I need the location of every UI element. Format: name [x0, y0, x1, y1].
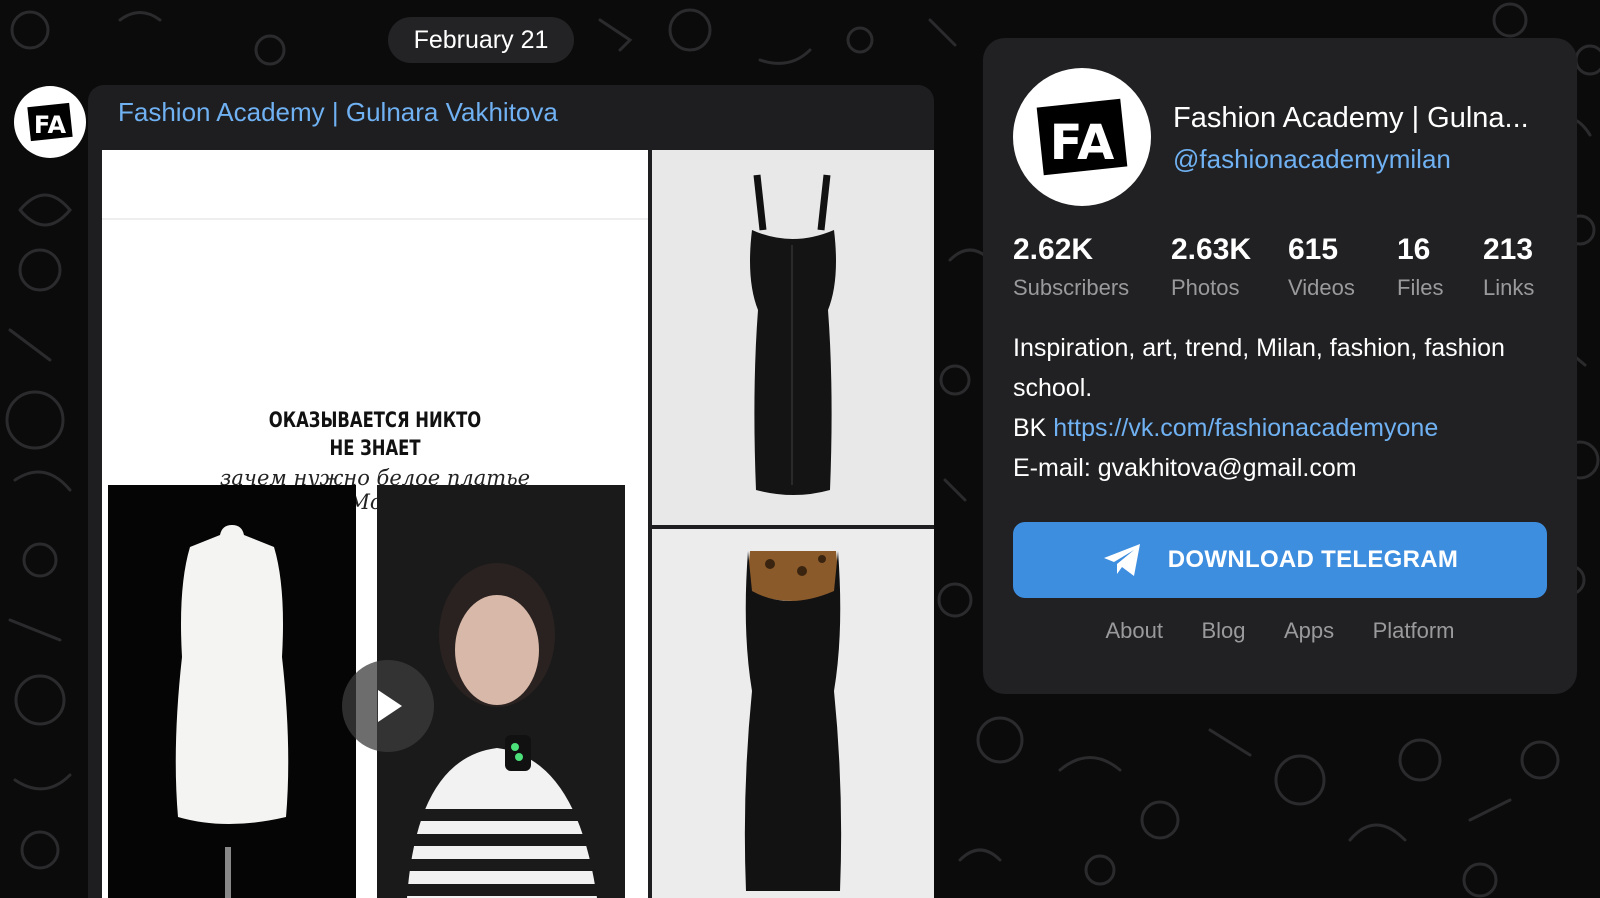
- stat-links: 213 Links: [1483, 233, 1534, 301]
- channel-avatar-small[interactable]: FA: [14, 86, 86, 158]
- vk-link[interactable]: https://vk.com/fashionacademyone: [1053, 414, 1438, 442]
- channel-handle[interactable]: @fashionacademymilan: [1173, 144, 1451, 175]
- stat-label: Subscribers: [1013, 275, 1130, 300]
- play-button[interactable]: [342, 660, 434, 752]
- stat-value: 213: [1483, 233, 1534, 266]
- stat-value: 2.63K: [1171, 233, 1252, 266]
- vk-line: BK https://vk.com/fashionacademyone: [1013, 408, 1553, 448]
- svg-text:FA: FA: [1050, 115, 1114, 171]
- divider: [102, 218, 648, 220]
- download-telegram-button[interactable]: DOWNLOAD TELEGRAM: [1013, 522, 1547, 598]
- channel-avatar: FA: [1013, 68, 1151, 206]
- channel-stats: 2.62K Subscribers 2.63K Photos 615 Video…: [1013, 233, 1547, 313]
- stat-label: Photos: [1171, 275, 1240, 300]
- email-line: E-mail: gvakhitova@gmail.com: [1013, 454, 1357, 482]
- media-photo-black-dress-1[interactable]: [652, 150, 934, 525]
- telegram-icon: [1103, 544, 1140, 576]
- footer-links: About Blog Apps Platform: [983, 618, 1577, 644]
- footer-link-about[interactable]: About: [1106, 618, 1164, 644]
- media-photo-black-dress-2[interactable]: [652, 529, 934, 898]
- collage-title-line2: НЕ ЗНАЕТ: [329, 436, 421, 460]
- fa-logo-icon: FA: [1016, 71, 1148, 203]
- mannequin-photo: [108, 485, 356, 898]
- stat-videos: 615 Videos: [1288, 233, 1355, 301]
- post-author-name[interactable]: Fashion Academy | Gulnara Vakhitova: [118, 97, 558, 128]
- vk-prefix: BK: [1013, 414, 1054, 442]
- channel-description: Inspiration, art, trend, Milan, fashion,…: [1013, 328, 1553, 488]
- channel-post: Fashion Academy | Gulnara Vakhitova ОКАЗ…: [88, 85, 934, 898]
- collage-title-line1: ОКАЗЫВАЕТСЯ НИКТО: [268, 408, 482, 432]
- stat-label: Files: [1397, 275, 1444, 300]
- stat-photos: 2.63K Photos: [1171, 233, 1251, 301]
- channel-title: Fashion Academy | Gulna...: [1173, 102, 1529, 134]
- stat-value: 2.62K: [1013, 233, 1094, 266]
- download-telegram-label: DOWNLOAD TELEGRAM: [1167, 546, 1459, 573]
- media-collage[interactable]: ОКАЗЫВАЕТСЯ НИКТО НЕ ЗНАЕТ зачем нужно б…: [102, 150, 648, 898]
- stat-label: Videos: [1288, 275, 1355, 300]
- footer-link-apps[interactable]: Apps: [1284, 618, 1334, 644]
- stat-value: 16: [1397, 233, 1431, 266]
- stat-label: Links: [1483, 275, 1535, 300]
- footer-link-blog[interactable]: Blog: [1201, 618, 1245, 644]
- fa-logo-icon: FA: [17, 89, 83, 155]
- play-icon: [378, 690, 402, 722]
- footer-link-platform[interactable]: Platform: [1373, 618, 1455, 644]
- post-media-album: ОКАЗЫВАЕТСЯ НИКТО НЕ ЗНАЕТ зачем нужно б…: [102, 150, 934, 898]
- stat-files: 16 Files: [1397, 233, 1443, 301]
- stat-subscribers: 2.62K Subscribers: [1013, 233, 1129, 301]
- description-text: Inspiration, art, trend, Milan, fashion,…: [1013, 334, 1505, 402]
- svg-text:FA: FA: [34, 111, 67, 139]
- date-separator: February 21: [388, 17, 574, 63]
- channel-info-panel: FA Fashion Academy | Gulna... @fashionac…: [983, 38, 1577, 694]
- stat-value: 615: [1288, 233, 1339, 266]
